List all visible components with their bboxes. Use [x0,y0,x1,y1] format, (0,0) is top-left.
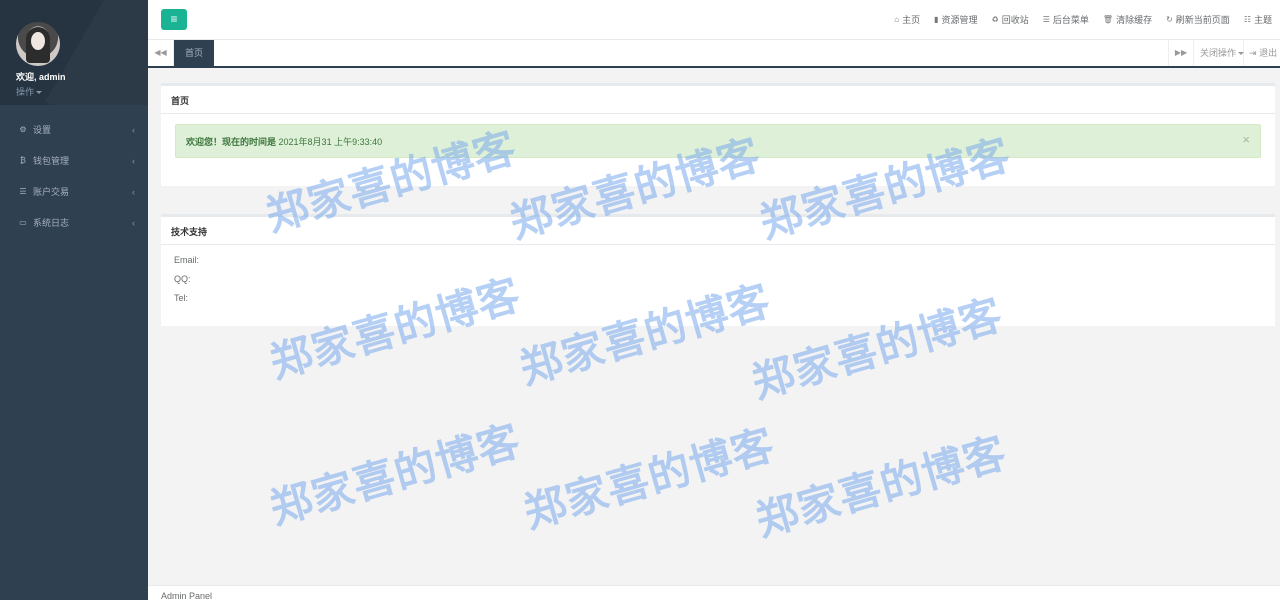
chevron-left-icon: ‹ [132,155,135,166]
file-icon: ▮ [934,15,939,24]
watermark: 郑家喜的博客 [264,415,527,534]
list-icon: ☰ [1042,15,1050,24]
top-link-resources[interactable]: ▮ 资源管理 [934,13,977,26]
support-tel: Tel: [174,293,189,303]
top-links: ⌂ 主页 ▮ 资源管理 ♻ 回收站 ☰ 后台菜单 🗑 清除缓存 ↻ 刷新当前页面 ☷ 主题 [894,13,1272,26]
sidebar-item-label: 系统日志 [33,218,70,228]
avatar[interactable] [16,22,60,66]
menu-toggle-button[interactable]: ≡ [161,9,187,30]
sidebar-item-label: 账户交易 [33,187,70,197]
top-link-recycle-bin[interactable]: ♻ 回收站 [992,13,1029,26]
alert-message: 欢迎您！现在的时间是 [186,137,277,147]
sidebar-item-label: 钱包管理 [33,156,70,166]
footer: Admin Panel [148,585,1280,600]
support-email: Email: [174,255,200,265]
top-link-refresh[interactable]: ↻ 刷新当前页面 [1166,13,1230,26]
tabs-scroll-right-button[interactable]: ▶▶ [1168,40,1194,66]
tab-home[interactable]: 首页 [174,40,215,66]
support-qq: QQ: [174,274,191,284]
support-panel-title: 技术支持 [161,214,1275,245]
user-action-dropdown[interactable]: 操作 [16,85,148,98]
sidebar-nav: ⚙ 设置 ‹ ₿ 钱包管理 ‹ ☰ 账户交易 ‹ ▭ 系统日志 ‹ [0,105,148,238]
watermark: 郑家喜的博客 [750,427,1013,546]
support-panel: 技术支持 Email: QQ: Tel: [161,214,1275,326]
chevron-left-icon: ‹ [132,124,135,135]
top-link-admin-menu[interactable]: ☰ 后台菜单 [1043,13,1089,26]
logout-icon: ⇥ [1249,48,1257,58]
desktop-icon: ▭ [19,218,27,227]
list-icon: ☰ [19,187,27,196]
top-link-home[interactable]: ⌂ 主页 [894,13,920,26]
user-greeting: 欢迎, admin [16,72,66,82]
top-link-theme[interactable]: ☷ 主题 [1244,13,1272,26]
gears-icon: ⚙ [19,125,27,134]
top-navbar: ≡ ⌂ 主页 ▮ 资源管理 ♻ 回收站 ☰ 后台菜单 🗑 清除缓存 ↻ 刷新当前页面 ☷ 主题 [148,0,1280,40]
top-link-clear-cache[interactable]: 🗑 清除缓存 [1103,13,1152,26]
page-tabs-bar: ◀◀ 首页 ▶▶ 关闭操作 ⇥ 退出 [148,40,1280,68]
home-icon: ⌂ [894,15,900,24]
sidebar-item-label: 设置 [33,125,52,135]
logout-button[interactable]: ⇥ 退出 [1244,40,1277,66]
sidebar-item-settings[interactable]: ⚙ 设置 ‹ [0,114,148,145]
sidebar-item-logs[interactable]: ▭ 系统日志 ‹ [0,207,148,238]
chevron-left-icon: ‹ [132,186,135,197]
close-operations-dropdown[interactable]: 关闭操作 [1194,40,1245,66]
home-panel: 首页 欢迎您！现在的时间是 2021年8月31 上午9:33:40 × [161,83,1275,186]
profile-section: 欢迎, admin 操作 [0,0,148,105]
trash-icon: 🗑 [1102,15,1114,24]
bitcoin-icon: ₿ [20,156,26,165]
chevron-left-icon: ‹ [132,217,135,228]
watermark: 郑家喜的博客 [518,419,781,538]
theme-icon: ☷ [1243,15,1251,24]
caret-down-icon [36,91,43,95]
recycle-icon: ♻ [991,15,999,24]
sidebar-item-transactions[interactable]: ☰ 账户交易 ‹ [0,176,148,207]
sidebar: 欢迎, admin 操作 ⚙ 设置 ‹ ₿ 钱包管理 ‹ ☰ 账户交易 ‹ ▭ … [0,0,148,600]
tabs-scroll-left-button[interactable]: ◀◀ [148,40,174,66]
close-icon[interactable]: × [1242,132,1250,147]
home-panel-title: 首页 [161,83,1275,114]
current-time: 2021年8月31 上午9:33:40 [278,137,383,147]
welcome-alert: 欢迎您！现在的时间是 2021年8月31 上午9:33:40 × [175,124,1261,158]
sidebar-item-wallet[interactable]: ₿ 钱包管理 ‹ [0,145,148,176]
refresh-icon: ↻ [1166,15,1173,24]
